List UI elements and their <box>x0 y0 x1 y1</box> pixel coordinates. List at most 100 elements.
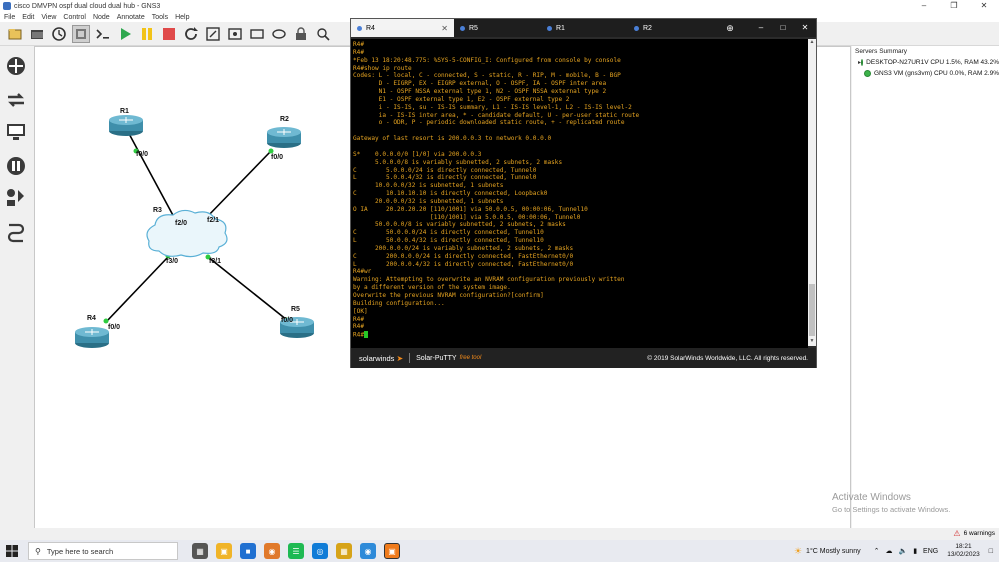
putty-minimize-button[interactable]: – <box>750 19 772 37</box>
insert-picture-icon[interactable] <box>226 25 244 43</box>
menu-control[interactable]: Control <box>63 14 86 21</box>
terminal-line: [OK] <box>353 307 368 315</box>
terminal-scrollbar[interactable]: ▲ ▼ <box>808 39 816 346</box>
console-all-icon[interactable] <box>94 25 112 43</box>
add-link-icon[interactable] <box>4 220 28 244</box>
terminal-line: 50.0.0.0/8 is variably subnetted, 2 subn… <box>353 221 566 229</box>
warnings-indicator[interactable]: ⚠ 6 warnings <box>953 529 995 538</box>
suspend-all-icon[interactable] <box>138 25 156 43</box>
end-devices-icon[interactable] <box>4 120 28 144</box>
window-controls: – ❐ ✕ <box>909 0 999 12</box>
new-tab-icon[interactable]: ⊕ <box>723 19 737 37</box>
putty-close-button[interactable]: ✕ <box>794 19 816 37</box>
servers-summary-panel: Servers Summary ▸ DESKTOP-N27UR1V CPU 1.… <box>852 46 999 530</box>
close-button[interactable]: ✕ <box>969 0 999 12</box>
port-label-r1-f0-0: f0/0 <box>136 151 149 158</box>
tab-r4[interactable]: R4 ✕ <box>351 19 454 37</box>
new-project-icon[interactable] <box>6 25 24 43</box>
menu-annotate[interactable]: Annotate <box>117 14 145 21</box>
scrollbar-thumb[interactable] <box>809 284 815 336</box>
routers-icon[interactable] <box>4 54 28 78</box>
lock-icon[interactable] <box>292 25 310 43</box>
menu-tools[interactable]: Tools <box>152 14 168 21</box>
edge-browser-icon[interactable]: ◎ <box>312 543 328 559</box>
solar-putty-taskbar-icon[interactable]: ▣ <box>384 543 400 559</box>
start-all-icon[interactable] <box>116 25 134 43</box>
spotify-icon[interactable]: ☰ <box>288 543 304 559</box>
tab-r2[interactable]: R2 <box>628 19 715 37</box>
warning-icon: ⚠ <box>953 529 961 538</box>
draw-ellipse-icon[interactable] <box>270 25 288 43</box>
server-row[interactable]: GNS3 VM (gns3vm) CPU 0.0%, RAM 2.9% <box>852 68 999 79</box>
store-icon[interactable]: ■ <box>240 543 256 559</box>
terminal-output[interactable]: R4# R4# *Feb 13 18:20:48.775: %SYS-5-CONFI… <box>351 39 808 366</box>
port-label-r3-f3-0: f3/0 <box>166 258 179 265</box>
gns3-taskbar-icon[interactable]: ▦ <box>336 543 352 559</box>
server-row[interactable]: ▸ DESKTOP-N27UR1V CPU 1.5%, RAM 43.2% <box>852 57 999 68</box>
server-status-icon <box>861 59 864 66</box>
router-r4-icon <box>75 327 109 348</box>
terminal-line: 200.0.0.0/24 is variably subnetted, 2 su… <box>353 244 574 252</box>
activate-windows-watermark: Activate Windows Go to Settings to activ… <box>832 492 950 514</box>
taskbar-clock[interactable]: 18:21 13/02/2023 <box>947 543 980 559</box>
zoom-icon[interactable] <box>314 25 332 43</box>
windows-start-icon[interactable] <box>0 540 24 562</box>
terminal-line: C 200.0.0.0/24 is directly connected, Fa… <box>353 252 574 260</box>
language-indicator[interactable]: ENG <box>923 548 938 555</box>
menu-view[interactable]: View <box>41 14 56 21</box>
tray-chevron-icon[interactable]: ⌃ <box>874 547 880 555</box>
clock-time: 18:21 <box>955 543 972 550</box>
restore-button[interactable]: ❐ <box>939 0 969 12</box>
terminal-line: L 5.0.0.4/32 is directly connected, Tunn… <box>353 174 537 182</box>
open-folder-icon[interactable] <box>28 25 46 43</box>
menu-node[interactable]: Node <box>93 14 110 21</box>
notifications-icon[interactable]: □ <box>989 548 993 555</box>
session-dot-icon <box>357 25 362 31</box>
putty-window-controls: – □ ✕ <box>750 19 816 37</box>
menu-edit[interactable]: Edit <box>22 14 34 21</box>
weather-widget[interactable]: ☀ 1°C Mostly sunny <box>794 546 861 557</box>
terminal-line: by a different version of the system ima… <box>353 284 511 292</box>
link-status-dot <box>103 318 109 324</box>
scroll-up-icon[interactable]: ▲ <box>808 39 816 47</box>
network-icon[interactable]: ☁ <box>885 547 892 555</box>
all-devices-icon[interactable] <box>4 186 28 210</box>
volume-icon[interactable]: 🔈 <box>898 547 907 555</box>
terminal-line: [110/1001] via 5.0.0.5, 00:00:06, Tunnel… <box>353 213 581 221</box>
watermark-title: Activate Windows <box>832 492 911 503</box>
copyright-text: © 2019 SolarWinds Worldwide, LLC. All ri… <box>647 354 808 362</box>
reload-all-icon[interactable] <box>182 25 200 43</box>
show-interface-labels-icon[interactable] <box>72 24 90 43</box>
blender-icon[interactable]: ◉ <box>264 543 280 559</box>
task-view-icon[interactable]: ▦ <box>192 543 208 559</box>
router-r2-icon <box>267 127 301 148</box>
terminal-line: R4# <box>353 48 365 56</box>
tab-close-icon[interactable]: ✕ <box>441 24 448 33</box>
menu-help[interactable]: Help <box>175 14 189 21</box>
snapshot-clock-icon[interactable] <box>50 25 68 43</box>
draw-rectangle-icon[interactable] <box>248 25 266 43</box>
server-label: GNS3 VM (gns3vm) CPU 0.0%, RAM 2.9% <box>874 70 999 77</box>
tab-r1[interactable]: R1 <box>541 19 628 37</box>
chrome-icon[interactable]: ◉ <box>360 543 376 559</box>
menu-file[interactable]: File <box>4 14 15 21</box>
tab-r5[interactable]: R5 <box>454 19 541 37</box>
terminal-line: R4#wr <box>353 268 372 276</box>
terminal-line: Warning: Attempting to overwrite an NVRA… <box>353 276 625 284</box>
scroll-down-icon[interactable]: ▼ <box>808 338 816 346</box>
terminal-line: E1 - OSPF external type 1, E2 - OSPF ext… <box>353 95 570 103</box>
minimize-button[interactable]: – <box>909 0 939 12</box>
file-explorer-icon[interactable]: ▣ <box>216 543 232 559</box>
session-dot-icon <box>547 25 552 31</box>
add-note-icon[interactable] <box>204 25 222 43</box>
switches-icon[interactable] <box>4 88 28 112</box>
node-label-r1: R1 <box>120 108 129 115</box>
taskbar-search-box[interactable]: ⚲ Type here to search <box>28 542 178 560</box>
node-label-r2: R2 <box>280 116 289 123</box>
battery-icon[interactable]: ▮ <box>913 547 917 555</box>
security-devices-icon[interactable] <box>4 154 28 178</box>
terminal-line: Building configuration... <box>353 299 445 307</box>
stop-all-icon[interactable] <box>160 25 178 43</box>
putty-maximize-button[interactable]: □ <box>772 19 794 37</box>
